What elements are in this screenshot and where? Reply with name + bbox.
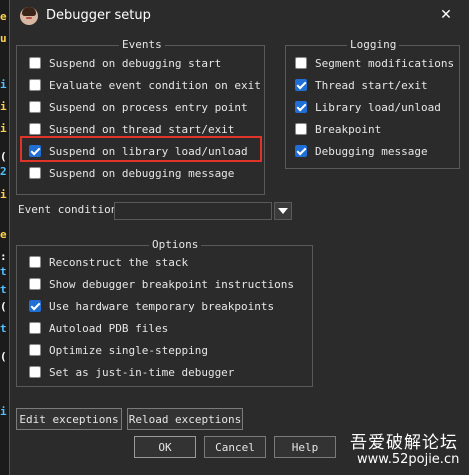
logging-checkbox-row[interactable]: Thread start/exit: [295, 77, 428, 93]
close-button[interactable]: ✕: [434, 4, 458, 26]
events-checkbox-label: Suspend on thread start/exit: [49, 122, 235, 136]
logging-checkbox-label: Breakpoint: [315, 122, 382, 136]
dialog-title: Debugger setup: [46, 8, 151, 23]
events-checkbox[interactable]: [29, 145, 41, 157]
logging-checkbox-label: Debugging message: [315, 144, 428, 158]
events-checkbox-label: Evaluate event condition on exit: [49, 78, 261, 92]
events-checkbox[interactable]: [29, 123, 41, 135]
event-condition-dropdown-button[interactable]: [274, 202, 292, 220]
edit-exceptions-button[interactable]: Edit exceptions: [16, 408, 122, 430]
logging-checkbox-label: Segment modifications: [315, 56, 455, 70]
options-checkbox[interactable]: [29, 300, 41, 312]
title-bar[interactable]: Debugger setup ✕: [10, 0, 469, 32]
watermark-title: 吾爱破解论坛: [350, 433, 458, 453]
logging-checkbox-row[interactable]: Segment modifications: [295, 55, 454, 71]
events-checkbox-row[interactable]: Suspend on thread start/exit: [29, 121, 234, 137]
options-checkbox[interactable]: [29, 366, 41, 378]
code-char: t: [0, 322, 7, 335]
options-checkbox-row[interactable]: Set as just-in-time debugger: [29, 364, 234, 380]
options-checkbox-row[interactable]: Use hardware temporary breakpoints: [29, 298, 274, 314]
events-checkbox-row[interactable]: Suspend on debugging message: [29, 165, 234, 181]
app-avatar-icon: [20, 7, 38, 25]
debugger-setup-dialog: Debugger setup ✕ Events Logging Event co…: [9, 0, 469, 475]
options-checkbox[interactable]: [29, 256, 41, 268]
events-checkbox-row[interactable]: Suspend on library load/unload: [29, 143, 248, 159]
logging-checkbox[interactable]: [295, 79, 307, 91]
event-condition-label: Event condition: [18, 203, 118, 216]
events-checkbox[interactable]: [29, 57, 41, 69]
options-checkbox[interactable]: [29, 322, 41, 334]
event-condition-input[interactable]: [114, 202, 272, 220]
options-checkbox-label: Set as just-in-time debugger: [49, 365, 235, 379]
code-char: i: [0, 405, 7, 418]
cancel-button[interactable]: Cancel: [204, 436, 266, 458]
options-checkbox[interactable]: [29, 344, 41, 356]
events-checkbox-label: Suspend on debugging message: [49, 166, 235, 180]
events-checkbox[interactable]: [29, 79, 41, 91]
code-char: e: [0, 228, 7, 241]
reload-exceptions-button[interactable]: Reload exceptions: [127, 408, 243, 430]
code-char: t: [0, 265, 7, 278]
logging-checkbox-label: Library load/unload: [315, 100, 441, 114]
code-char: (: [0, 350, 7, 363]
code-char: t: [0, 283, 7, 296]
code-char: i: [0, 100, 7, 113]
logging-checkbox[interactable]: [295, 123, 307, 135]
logging-checkbox[interactable]: [295, 101, 307, 113]
events-checkbox[interactable]: [29, 167, 41, 179]
options-checkbox-label: Optimize single-stepping: [49, 343, 208, 357]
code-char: (: [0, 300, 7, 313]
code-char: i: [0, 78, 7, 91]
events-checkbox-label: Suspend on library load/unload: [49, 144, 248, 158]
events-group-title: Events: [119, 38, 165, 52]
background-code-editor: e u i i i ( 2 i e : t t ( t ( i: [0, 0, 9, 475]
code-char: i: [0, 122, 7, 135]
ok-button[interactable]: OK: [134, 436, 196, 458]
code-char: i: [0, 188, 7, 201]
options-checkbox-label: Show debugger breakpoint instructions: [49, 277, 295, 291]
events-checkbox-row[interactable]: Suspend on debugging start: [29, 55, 221, 71]
logging-checkbox[interactable]: [295, 145, 307, 157]
options-checkbox-row[interactable]: Autoload PDB files: [29, 320, 168, 336]
events-checkbox-label: Suspend on process entry point: [49, 100, 248, 114]
logging-checkbox-row[interactable]: Debugging message: [295, 143, 428, 159]
logging-checkbox-row[interactable]: Library load/unload: [295, 99, 441, 115]
logging-checkbox[interactable]: [295, 57, 307, 69]
code-char: 2: [0, 165, 7, 178]
logging-group-title: Logging: [347, 38, 400, 52]
code-char: (: [0, 150, 7, 163]
watermark-url: www.52pojie.cn: [357, 452, 460, 467]
events-checkbox[interactable]: [29, 101, 41, 113]
options-checkbox-label: Reconstruct the stack: [49, 255, 189, 269]
logging-checkbox-row[interactable]: Breakpoint: [295, 121, 381, 137]
options-checkbox-row[interactable]: Reconstruct the stack: [29, 254, 188, 270]
logging-checkbox-label: Thread start/exit: [315, 78, 428, 92]
options-checkbox-label: Autoload PDB files: [49, 321, 169, 335]
code-char: u: [0, 32, 7, 45]
help-button[interactable]: Help: [274, 436, 336, 458]
code-char: :: [0, 250, 7, 263]
options-group-title: Options: [149, 238, 202, 252]
options-checkbox-row[interactable]: Show debugger breakpoint instructions: [29, 276, 294, 292]
options-checkbox-row[interactable]: Optimize single-stepping: [29, 342, 208, 358]
options-checkbox[interactable]: [29, 278, 41, 290]
events-checkbox-label: Suspend on debugging start: [49, 56, 222, 70]
code-char: e: [0, 10, 7, 23]
events-checkbox-row[interactable]: Suspend on process entry point: [29, 99, 248, 115]
events-checkbox-row[interactable]: Evaluate event condition on exit: [29, 77, 261, 93]
options-checkbox-label: Use hardware temporary breakpoints: [49, 299, 275, 313]
